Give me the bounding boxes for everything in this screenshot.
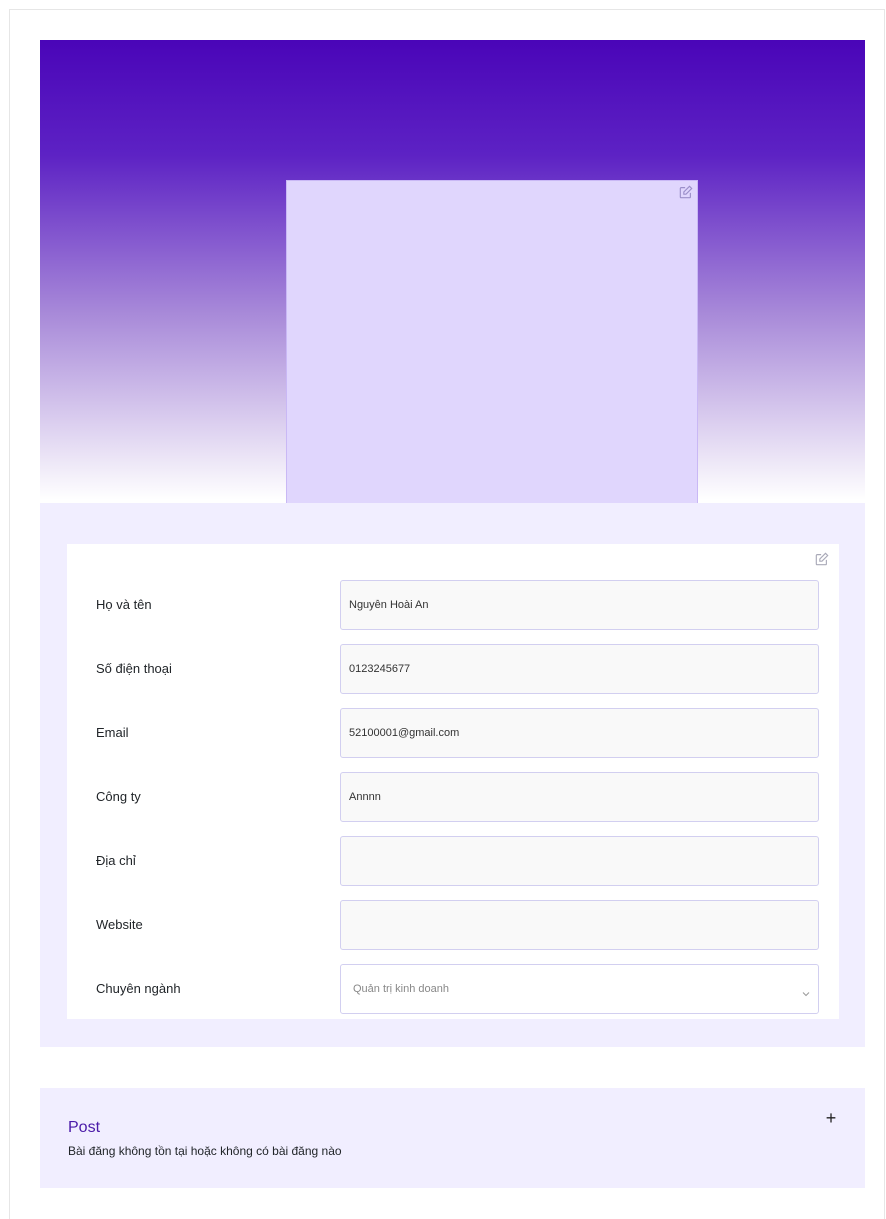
email-label: Email: [96, 725, 129, 740]
field-row-major: Chuyên ngành Quản trị kinh doanh: [67, 964, 839, 1014]
major-label: Chuyên ngành: [96, 981, 181, 996]
company-input[interactable]: [340, 772, 819, 822]
address-input[interactable]: [340, 836, 819, 886]
address-label: Địa chỉ: [96, 853, 136, 868]
profile-info-section: Họ và tên Số điện thoại Email Công ty Đị…: [40, 503, 865, 1047]
post-empty-message: Bài đăng không tồn tại hoặc không có bài…: [68, 1144, 342, 1158]
major-select-value: Quản trị kinh doanh: [353, 983, 450, 995]
edit-photo-icon[interactable]: [679, 185, 693, 199]
phone-input[interactable]: [340, 644, 819, 694]
cover-banner: [40, 40, 865, 532]
field-row-phone: Số điện thoại: [67, 644, 839, 694]
plus-icon: +: [825, 1108, 837, 1128]
company-label: Công ty: [96, 789, 141, 804]
profile-info-card: Họ và tên Số điện thoại Email Công ty Đị…: [67, 544, 839, 1019]
field-row-website: Website: [67, 900, 839, 950]
field-row-company: Công ty: [67, 772, 839, 822]
phone-label: Số điện thoại: [96, 661, 172, 676]
fullname-label: Họ và tên: [96, 597, 152, 612]
add-post-button[interactable]: +: [823, 1108, 839, 1128]
email-input[interactable]: [340, 708, 819, 758]
post-section: Post Bài đăng không tồn tại hoặc không c…: [40, 1088, 865, 1188]
major-select[interactable]: Quản trị kinh doanh: [340, 964, 819, 1014]
chevron-down-icon: [802, 985, 810, 997]
fullname-input[interactable]: [340, 580, 819, 630]
website-input[interactable]: [340, 900, 819, 950]
post-title: Post: [68, 1119, 101, 1136]
website-label: Website: [96, 917, 143, 932]
edit-profile-icon[interactable]: [815, 552, 829, 566]
field-row-email: Email: [67, 708, 839, 758]
profile-photo[interactable]: [286, 180, 698, 532]
field-row-fullname: Họ và tên: [67, 580, 839, 630]
field-row-address: Địa chỉ: [67, 836, 839, 886]
